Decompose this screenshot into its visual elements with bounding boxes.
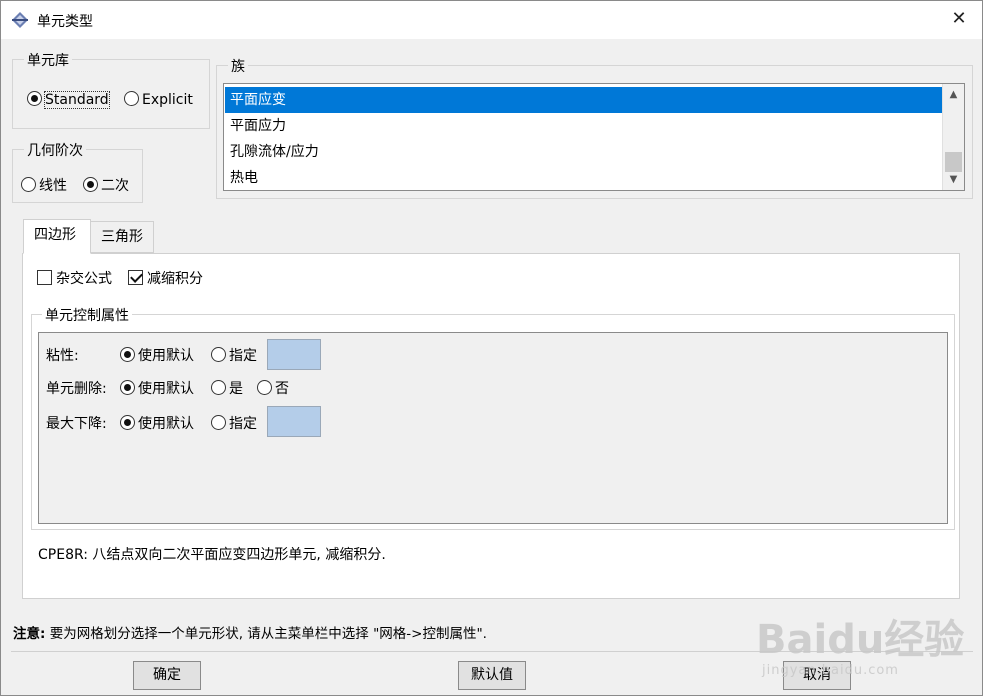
radio-empty-icon — [124, 91, 139, 106]
library-explicit-label: Explicit — [142, 92, 193, 108]
order-quadratic-radio[interactable]: 二次 — [83, 175, 129, 195]
element-library-legend: 单元库 — [24, 50, 72, 70]
title-bar: 单元类型 ✕ — [1, 1, 982, 39]
deletion-no-label: 否 — [275, 381, 289, 397]
radio-empty-icon — [257, 380, 272, 395]
hybrid-formulation-checkbox[interactable]: 杂交公式 — [37, 268, 112, 288]
deletion-default-radio[interactable]: 使用默认 — [120, 378, 194, 398]
deletion-yes-radio[interactable]: 是 — [211, 378, 243, 398]
radio-selected-icon — [83, 177, 98, 192]
element-library-group: 单元库 Standard Explicit — [12, 50, 210, 129]
order-linear-label: 线性 — [39, 178, 67, 194]
max-degradation-label: 最大下降: — [46, 416, 107, 432]
tab-tri[interactable]: 三角形 — [90, 221, 154, 253]
element-type-dialog: 单元类型 ✕ 单元库 Standard Explicit 几何阶次 线性 二次 … — [0, 0, 983, 696]
radio-selected-icon — [120, 415, 135, 430]
element-controls-group: 单元控制属性 粘性: 使用默认 指定 单元删除: 使用默认 是 否 最大下降: … — [31, 305, 955, 530]
deletion-default-label: 使用默认 — [138, 381, 194, 397]
library-standard-label: Standard — [44, 91, 110, 109]
degradation-specify-label: 指定 — [229, 416, 257, 432]
element-deletion-label: 单元删除: — [46, 381, 107, 397]
close-icon[interactable]: ✕ — [948, 8, 970, 30]
scroll-down-icon[interactable]: ▼ — [943, 171, 964, 189]
library-explicit-radio[interactable]: Explicit — [124, 91, 193, 108]
deletion-yes-label: 是 — [229, 381, 243, 397]
abaqus-app-icon — [12, 12, 28, 28]
tab-quad[interactable]: 四边形 — [23, 219, 91, 254]
ok-button[interactable]: 确定 — [133, 661, 201, 690]
quad-tab-panel: 杂交公式 减缩积分 单元控制属性 粘性: 使用默认 指定 单元删除: 使用默认 — [22, 253, 960, 599]
deletion-no-radio[interactable]: 否 — [257, 378, 289, 398]
family-legend: 族 — [228, 56, 248, 76]
degradation-specify-radio[interactable]: 指定 — [211, 413, 257, 433]
order-linear-radio[interactable]: 线性 — [21, 175, 67, 195]
viscosity-specify-label: 指定 — [229, 348, 257, 364]
family-item-pore-fluid[interactable]: 孔隙流体/应力 — [225, 139, 942, 165]
radio-empty-icon — [211, 415, 226, 430]
baidu-watermark: Baidu经验 jingyan.baidu.com — [756, 599, 966, 689]
element-controls-frame: 粘性: 使用默认 指定 单元删除: 使用默认 是 否 最大下降: 使用默认 指定 — [38, 332, 948, 524]
note-prefix: 注意: — [13, 626, 46, 642]
radio-empty-icon — [21, 177, 36, 192]
radio-selected-icon — [120, 380, 135, 395]
degradation-default-label: 使用默认 — [138, 416, 194, 432]
scroll-up-icon[interactable]: ▲ — [943, 86, 964, 104]
family-scrollbar[interactable]: ▲ ▼ — [942, 84, 964, 190]
watermark-sub-text: jingyan.baidu.com — [762, 663, 899, 678]
window-title: 单元类型 — [37, 14, 93, 30]
viscosity-value-field[interactable] — [267, 339, 321, 370]
radio-selected-icon — [120, 347, 135, 362]
radio-empty-icon — [211, 380, 226, 395]
order-quadratic-label: 二次 — [101, 178, 129, 194]
degradation-default-radio[interactable]: 使用默认 — [120, 413, 194, 433]
viscosity-default-radio[interactable]: 使用默认 — [120, 345, 194, 365]
element-controls-legend: 单元控制属性 — [42, 305, 132, 325]
family-item-plane-stress[interactable]: 平面应力 — [225, 113, 942, 139]
viscosity-default-label: 使用默认 — [138, 348, 194, 364]
viscosity-specify-radio[interactable]: 指定 — [211, 345, 257, 365]
library-standard-radio[interactable]: Standard — [27, 91, 110, 109]
geometric-order-group: 几何阶次 线性 二次 — [12, 140, 143, 203]
viscosity-label: 粘性: — [46, 348, 79, 364]
checkbox-checked-icon — [128, 270, 143, 285]
scroll-thumb[interactable] — [945, 152, 962, 172]
checkbox-empty-icon — [37, 270, 52, 285]
hybrid-formulation-label: 杂交公式 — [56, 271, 112, 287]
radio-selected-icon — [27, 91, 42, 106]
defaults-button[interactable]: 默认值 — [458, 661, 526, 690]
reduced-integration-checkbox[interactable]: 减缩积分 — [128, 268, 203, 288]
note-body: 要为网格划分选择一个单元形状, 请从主菜单栏中选择 "网格->控制属性". — [49, 626, 487, 642]
radio-empty-icon — [211, 347, 226, 362]
family-item-plane-strain[interactable]: 平面应变 — [225, 87, 942, 113]
family-listbox[interactable]: 平面应变 平面应力 孔隙流体/应力 热电 ▲ ▼ — [223, 83, 965, 191]
degradation-value-field[interactable] — [267, 406, 321, 437]
geometric-order-legend: 几何阶次 — [24, 140, 86, 160]
watermark-main-text: Baidu经验 — [756, 617, 965, 663]
note-text: 注意: 要为网格划分选择一个单元形状, 请从主菜单栏中选择 "网格->控制属性"… — [13, 622, 487, 642]
element-description: CPE8R: 八结点双向二次平面应变四边形单元, 减缩积分. — [38, 547, 386, 563]
family-item-thermal-electric[interactable]: 热电 — [225, 165, 942, 191]
reduced-integration-label: 减缩积分 — [147, 271, 203, 287]
